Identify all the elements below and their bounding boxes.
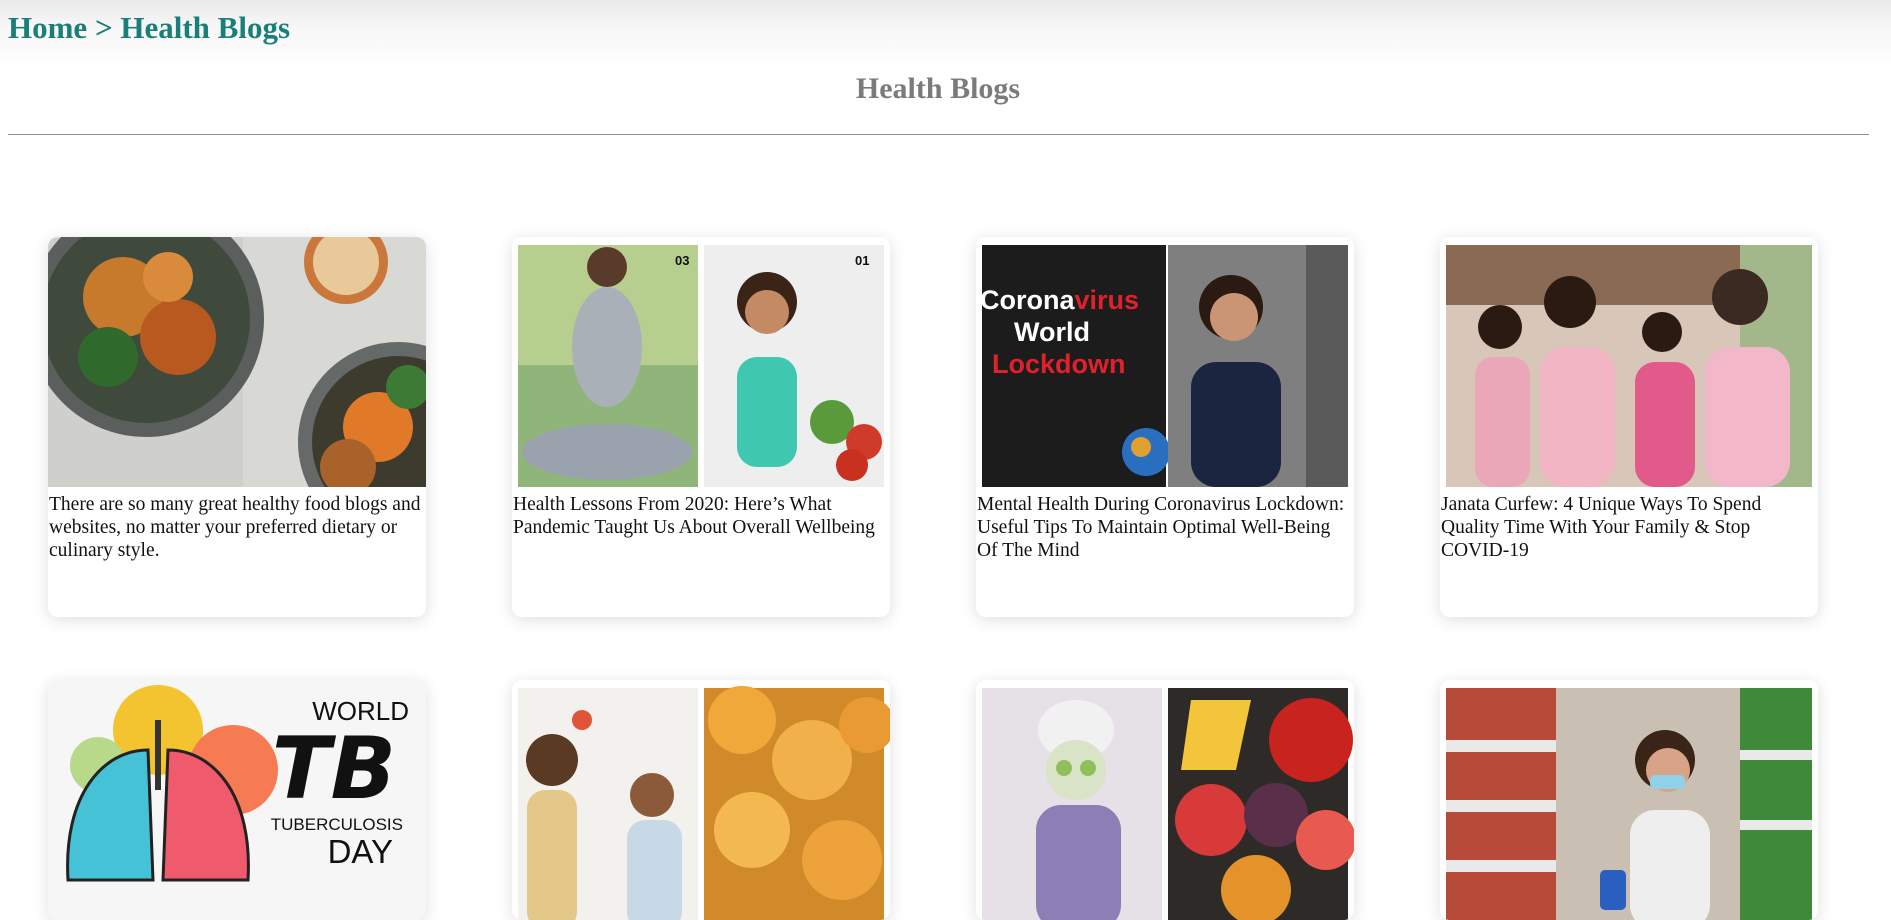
image-number-right: 01 xyxy=(855,253,869,268)
blog-card-skincare-fruits[interactable] xyxy=(976,680,1354,920)
blog-card-coronavirus-mental-health[interactable]: Coronavirus World Lockdown Mental Health… xyxy=(976,237,1354,617)
breadcrumb-home-link[interactable]: Home xyxy=(8,10,87,45)
image-text-corona: Corona xyxy=(980,285,1075,315)
image-text-world: World xyxy=(1014,317,1090,347)
blog-card-health-lessons-2020[interactable]: 03 01 Health Lessons From 2020: Here’s W… xyxy=(512,237,890,617)
image-number-left: 03 xyxy=(675,253,689,268)
healthy-food-bowls-image xyxy=(48,237,426,487)
family-cooking-image xyxy=(1440,237,1818,487)
svg-text:Coronavirus: Coronavirus xyxy=(980,285,1139,315)
blog-card-caption: Health Lessons From 2020: Here’s What Pa… xyxy=(513,494,875,538)
image-text-day: DAY xyxy=(328,833,393,870)
grocery-store-shopper-image xyxy=(1440,680,1818,920)
meditation-and-fruit-image: 03 01 xyxy=(512,237,890,487)
face-mask-and-fruits-image xyxy=(976,680,1354,920)
blog-card-caption: Mental Health During Coronavirus Lockdow… xyxy=(977,494,1345,561)
image-text-tb: TB xyxy=(272,719,396,819)
image-text-lockdown: Lockdown xyxy=(992,349,1126,379)
blog-card-kids-snacks[interactable] xyxy=(512,680,890,920)
blog-card-grocery-shopping[interactable] xyxy=(1440,680,1818,920)
title-divider xyxy=(8,134,1869,135)
blog-card-world-tb-day[interactable]: WORLD TB TUBERCULOSIS DAY xyxy=(48,680,426,920)
breadcrumb-current[interactable]: Health Blogs xyxy=(120,10,290,45)
page-title: Health Blogs xyxy=(855,72,1021,105)
blog-card-janata-curfew[interactable]: Janata Curfew: 4 Unique Ways To Spend Qu… xyxy=(1440,237,1818,617)
kids-and-cheese-balls-image xyxy=(512,680,890,920)
blog-card-caption: There are so many great healthy food blo… xyxy=(49,494,421,561)
blog-card-caption: Janata Curfew: 4 Unique Ways To Spend Qu… xyxy=(1441,494,1762,561)
blog-card-healthy-food[interactable]: There are so many great healthy food blo… xyxy=(48,237,426,617)
coronavirus-lockdown-image: Coronavirus World Lockdown xyxy=(976,237,1354,487)
breadcrumb-separator: > xyxy=(94,10,113,45)
image-text-tuberculosis: TUBERCULOSIS xyxy=(271,815,403,834)
image-text-virus: virus xyxy=(1075,285,1140,315)
breadcrumb: Home > Health Blogs xyxy=(8,10,290,46)
world-tb-day-image: WORLD TB TUBERCULOSIS DAY xyxy=(48,680,426,920)
